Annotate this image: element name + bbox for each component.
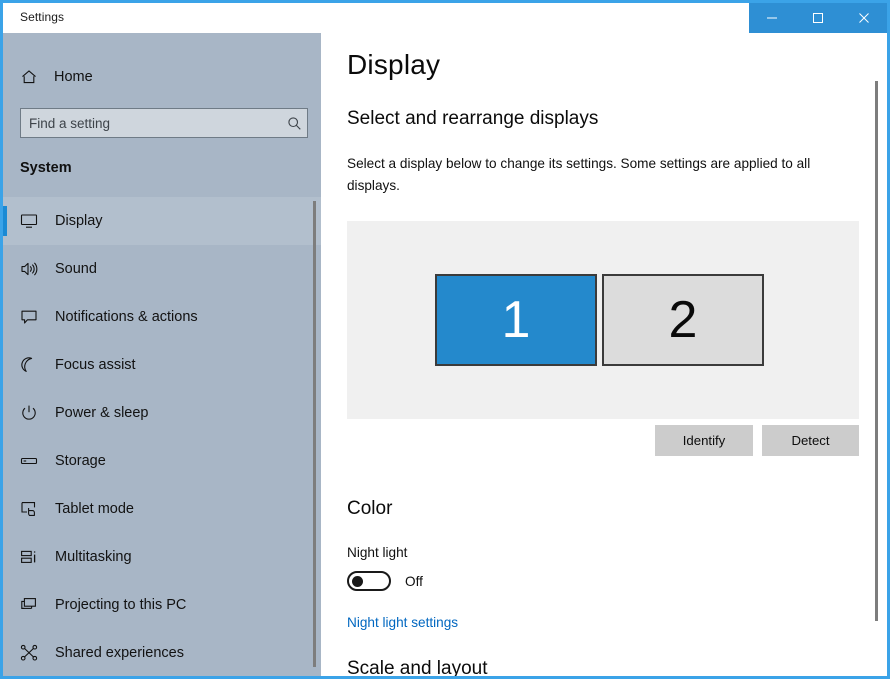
share-icon xyxy=(20,644,46,662)
main-scrollbar[interactable] xyxy=(875,81,878,621)
toggle-knob xyxy=(352,576,363,587)
speaker-icon xyxy=(20,260,46,278)
page-title: Display xyxy=(347,49,441,80)
sidebar-item-label: Power & sleep xyxy=(55,405,149,421)
select-rearrange-heading: Select and rearrange displays xyxy=(347,108,599,129)
sidebar-home-label: Home xyxy=(54,69,93,85)
moon-icon xyxy=(20,356,46,374)
sidebar-item-sound[interactable]: Sound xyxy=(3,245,321,293)
sidebar-item-label: Sound xyxy=(55,261,97,277)
maximize-icon xyxy=(813,13,823,23)
sidebar-item-multitasking[interactable]: Multitasking xyxy=(3,533,321,581)
sidebar-item-label: Focus assist xyxy=(55,357,136,373)
sidebar-item-display[interactable]: Display xyxy=(3,197,321,245)
night-light-label: Night light xyxy=(347,545,408,560)
sidebar-item-projecting[interactable]: Projecting to this PC xyxy=(3,581,321,629)
sidebar-item-label: Multitasking xyxy=(55,549,132,565)
sidebar-section-title: System xyxy=(20,160,72,176)
identify-button[interactable]: Identify xyxy=(655,425,753,456)
sidebar-item-label: Projecting to this PC xyxy=(55,597,187,613)
night-light-toggle[interactable] xyxy=(347,571,391,591)
main-content: Display Select and rearrange displays Se… xyxy=(321,3,887,676)
scale-layout-heading: Scale and layout xyxy=(347,658,488,676)
multitasking-icon xyxy=(20,548,46,566)
detect-button[interactable]: Detect xyxy=(762,425,859,456)
sidebar-item-home[interactable]: Home xyxy=(3,59,321,95)
close-button[interactable] xyxy=(841,3,887,33)
drive-icon xyxy=(20,452,46,470)
sidebar-item-tablet-mode[interactable]: Tablet mode xyxy=(3,485,321,533)
maximize-button[interactable] xyxy=(795,3,841,33)
sidebar: Home System Display xyxy=(3,3,321,676)
minimize-icon xyxy=(767,17,777,19)
close-icon xyxy=(859,13,869,23)
power-icon xyxy=(20,404,46,422)
search-box[interactable] xyxy=(20,108,308,138)
search-input[interactable] xyxy=(21,109,281,137)
sidebar-item-focus-assist[interactable]: Focus assist xyxy=(3,341,321,389)
monitor-icon xyxy=(20,212,46,230)
display-tile-number: 2 xyxy=(668,291,698,349)
sidebar-item-label: Shared experiences xyxy=(55,645,184,661)
window-controls xyxy=(749,3,887,33)
night-light-settings-link[interactable]: Night light settings xyxy=(347,615,458,630)
sidebar-item-label: Storage xyxy=(55,453,106,469)
display-tile-2[interactable]: 2 xyxy=(602,274,764,366)
sidebar-item-notifications[interactable]: Notifications & actions xyxy=(3,293,321,341)
display-arrangement-canvas[interactable]: 1 2 xyxy=(347,221,859,419)
sidebar-item-power-sleep[interactable]: Power & sleep xyxy=(3,389,321,437)
select-rearrange-description: Select a display below to change its set… xyxy=(347,156,811,193)
minimize-button[interactable] xyxy=(749,3,795,33)
title-bar: Settings xyxy=(3,3,887,33)
sidebar-item-label: Notifications & actions xyxy=(55,309,198,325)
display-tile-1[interactable]: 1 xyxy=(435,274,597,366)
home-icon xyxy=(20,68,46,86)
settings-window: Settings Home Find a setting System Disp… xyxy=(0,0,890,679)
night-light-state: Off xyxy=(405,573,423,589)
window-title: Settings xyxy=(20,10,65,24)
sidebar-item-label: Display xyxy=(55,213,103,229)
tablet-icon xyxy=(20,500,46,518)
search-icon xyxy=(281,116,307,131)
sidebar-scrollbar[interactable] xyxy=(313,201,316,667)
sidebar-item-label: Tablet mode xyxy=(55,501,134,517)
color-heading: Color xyxy=(347,498,393,519)
sidebar-item-shared-experiences[interactable]: Shared experiences xyxy=(3,629,321,677)
night-light-toggle-row: Off xyxy=(347,571,423,591)
projecting-icon xyxy=(20,596,46,614)
display-tile-number: 1 xyxy=(501,291,531,349)
sidebar-nav-list: Display Sound Notifications & actions Fo… xyxy=(3,197,321,677)
sidebar-item-storage[interactable]: Storage xyxy=(3,437,321,485)
notification-icon xyxy=(20,308,46,326)
